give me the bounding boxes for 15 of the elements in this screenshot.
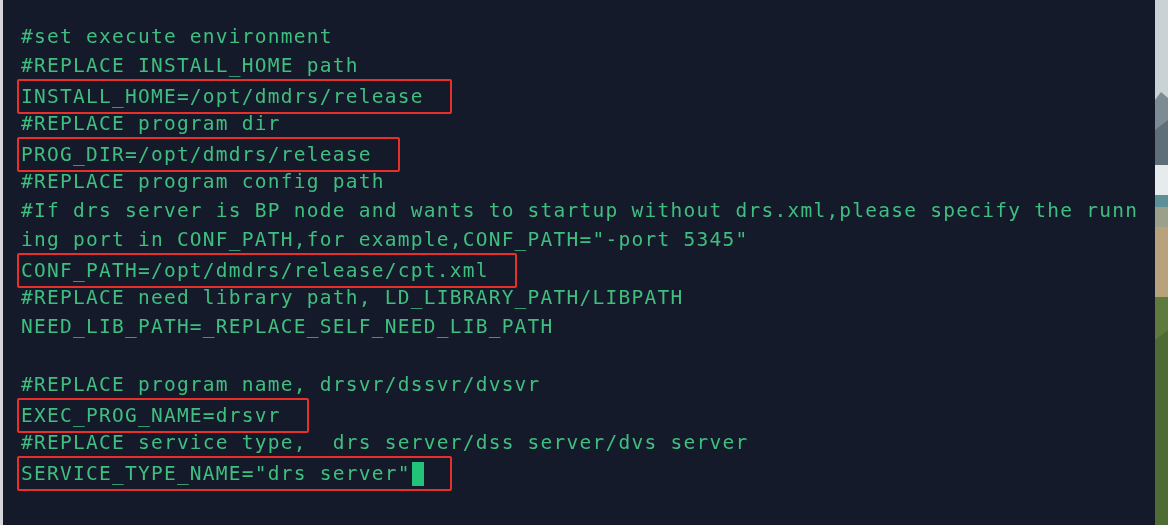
code-line: #REPLACE program dir <box>21 112 281 135</box>
code-line: NEED_LIB_PATH=_REPLACE_SELF_NEED_LIB_PATH <box>21 315 554 338</box>
code-line: #REPLACE INSTALL_HOME path <box>21 54 359 77</box>
code-line: #REPLACE program config path <box>21 170 385 193</box>
code-line: ing port in CONF_PATH,for example,CONF_PATH="-port 5345" <box>21 228 749 251</box>
code-line: SERVICE_TYPE_NAME="drs server" <box>21 461 411 487</box>
code-line: CONF_PATH=/opt/dmdrs/release/cpt.xml <box>21 258 489 284</box>
code-line: #REPLACE program name, drsvr/dssvr/dvsvr <box>21 373 541 396</box>
code-line: EXEC_PROG_NAME=drsvr <box>21 403 281 429</box>
code-line: #REPLACE service type, drs server/dss server/dvs server <box>21 431 749 454</box>
code-line: INSTALL_HOME=/opt/dmdrs/release <box>21 84 424 110</box>
code-line: #REPLACE need library path, LD_LIBRARY_PATH/LIBPATH <box>21 286 684 309</box>
code-line: #If drs server is BP node and wants to startup without drs.xml,please specify the runn <box>21 199 1139 222</box>
code-line: PROG_DIR=/opt/dmdrs/release <box>21 142 372 168</box>
code-line: #set execute environment <box>21 25 333 48</box>
